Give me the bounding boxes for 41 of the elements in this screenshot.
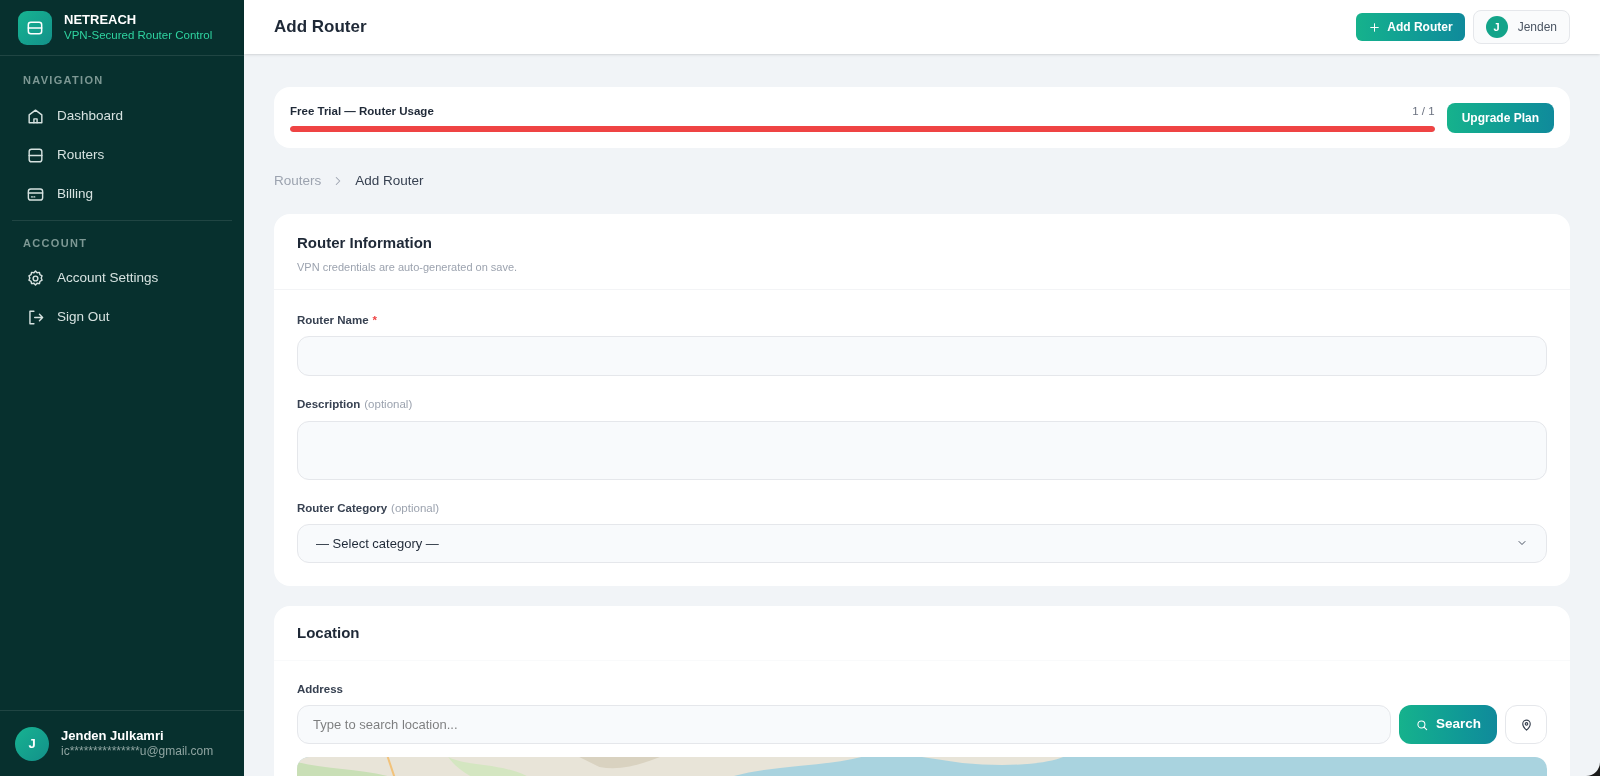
brand-tagline: VPN-Secured Router Control — [64, 28, 213, 43]
address-field[interactable]: Type to search location... — [297, 705, 1391, 744]
search-icon — [1414, 717, 1429, 732]
brand-name: NETREACH — [64, 12, 138, 29]
field-label: Description — [297, 397, 361, 413]
field-label: Router Category — [297, 500, 388, 516]
user-avatar: J — [15, 726, 49, 761]
sidebar-item[interactable]: Account Settings — [12, 259, 232, 298]
usage-label: Free Trial — Router Usage — [290, 103, 434, 119]
text-area[interactable] — [297, 420, 1547, 480]
required-mark: * — [372, 313, 378, 328]
category-select[interactable]: — Select category — — [297, 523, 1547, 563]
text-field[interactable] — [297, 336, 1547, 377]
user-name: Jenden Julkamri — [61, 727, 165, 745]
card-title: Router Information — [297, 233, 433, 253]
section-heading: NAVIGATION — [22, 73, 105, 88]
optional-hint: (optional) — [364, 397, 413, 413]
card-subtitle: VPN credentials are auto-generated on save. — [297, 259, 519, 275]
server-icon — [26, 145, 45, 165]
plus-icon — [1368, 20, 1382, 34]
sidebar-item[interactable]: Sign Out — [12, 298, 232, 337]
field-label: Router Name — [297, 313, 369, 328]
sign-out-icon — [26, 308, 45, 327]
breadcrumb-current: Add Router — [355, 171, 424, 190]
page-title: Add Router — [274, 16, 367, 39]
sidebar-item[interactable]: Dashboard — [12, 96, 232, 136]
user-avatar: J — [1485, 16, 1508, 38]
card-title: Location — [297, 622, 360, 643]
usage-count: 1 / 1 — [1412, 103, 1435, 119]
sidebar-item[interactable]: Billing — [12, 174, 232, 214]
add-router-button[interactable]: Add Router — [1356, 13, 1465, 41]
home-icon — [26, 106, 45, 126]
section-heading: ACCOUNT — [22, 235, 89, 251]
optional-hint: (optional) — [391, 500, 440, 516]
sidebar-item[interactable]: Routers — [12, 135, 232, 175]
upgrade-plan-button[interactable]: Upgrade Plan — [1446, 102, 1554, 133]
locate-button[interactable] — [1505, 705, 1547, 744]
user-menu-button[interactable]: J Jenden — [1472, 10, 1570, 44]
user-email: ic***************u@gmail.com — [61, 744, 214, 760]
field-label: Address — [297, 681, 345, 697]
settings-icon — [26, 269, 45, 288]
